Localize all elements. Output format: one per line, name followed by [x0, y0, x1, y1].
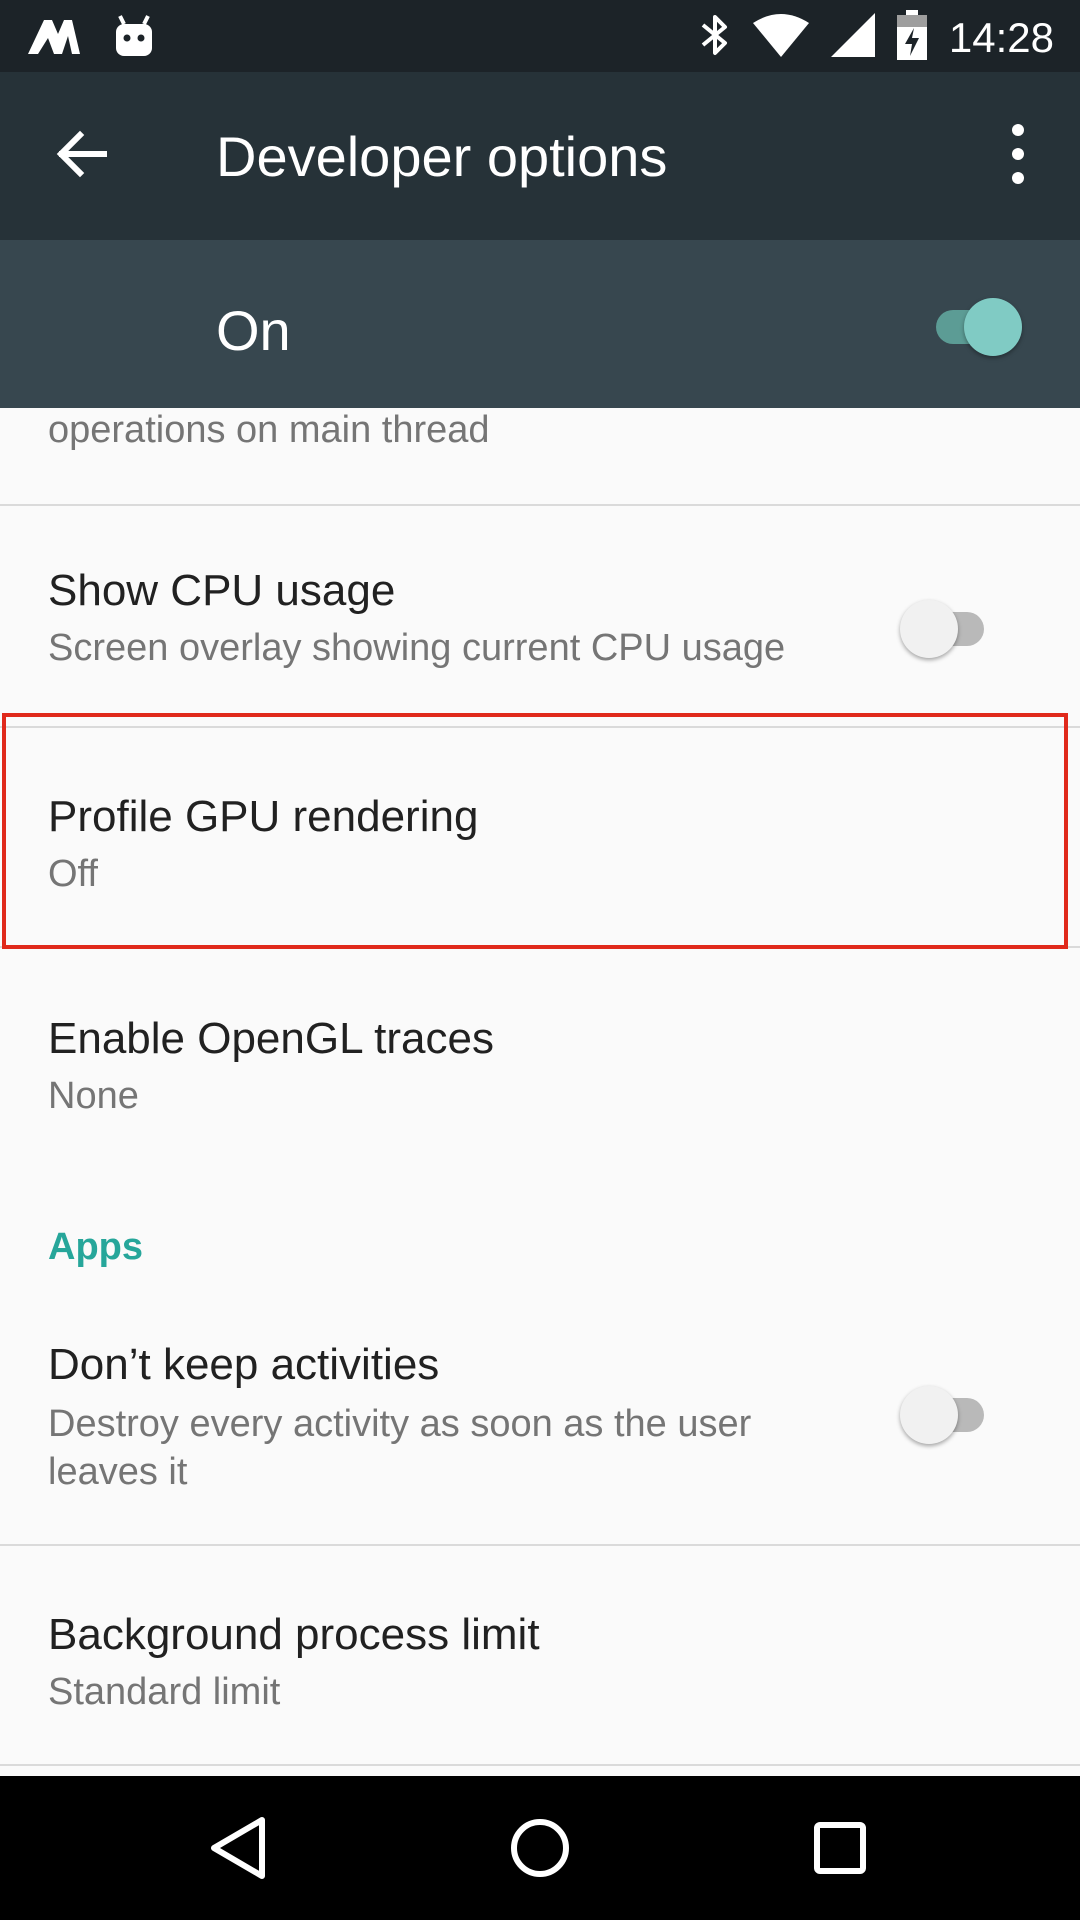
more-vert-icon[interactable]	[982, 118, 1054, 190]
dont-keep-activities-toggle[interactable]	[898, 1380, 996, 1444]
item-title: Show CPU usage	[48, 566, 396, 615]
status-bar: 14:28	[0, 0, 1080, 72]
master-switch-label: On	[216, 299, 291, 362]
toggle-thumb	[900, 1386, 958, 1444]
bluetooth-icon	[699, 11, 731, 64]
back-triangle-icon[interactable]	[200, 1808, 280, 1888]
item-summary: Screen overlay showing current CPU usage	[48, 627, 786, 669]
toggle-thumb	[964, 298, 1022, 356]
item-title: Enable OpenGL traces	[48, 1014, 494, 1063]
master-switch-bar[interactable]: On	[0, 240, 1080, 408]
page-title: Developer options	[216, 125, 668, 188]
recents-square-icon[interactable]	[800, 1808, 880, 1888]
show-cpu-usage-toggle[interactable]	[898, 594, 996, 658]
android-debug-icon	[114, 14, 154, 63]
item-summary: Destroy every activity as soon as the us…	[48, 1403, 752, 1493]
item-title: Background process limit	[48, 1610, 540, 1659]
divider	[0, 1764, 1080, 1766]
notification-app-icon	[28, 16, 80, 61]
toggle-thumb	[900, 600, 958, 658]
list-item-partial[interactable]: operations on main thread	[0, 408, 1080, 504]
master-toggle[interactable]	[924, 292, 1022, 356]
setting-background-process-limit[interactable]: Background process limit Standard limit	[0, 1546, 1080, 1766]
cell-signal-icon	[830, 13, 875, 62]
item-title: Don’t keep activities	[48, 1340, 440, 1389]
item-summary: Standard limit	[48, 1671, 281, 1713]
wifi-icon	[752, 13, 809, 62]
home-circle-icon[interactable]	[500, 1808, 580, 1888]
app-bar: Developer options	[0, 72, 1080, 240]
setting-show-cpu-usage[interactable]: Show CPU usage Screen overlay showing cu…	[0, 506, 1080, 686]
navigation-bar	[0, 1776, 1080, 1920]
settings-list[interactable]: operations on main thread Show CPU usage…	[0, 408, 1080, 1776]
battery-charging-icon	[896, 10, 927, 65]
item-summary: operations on main thread	[48, 409, 490, 451]
setting-dont-keep-activities[interactable]: Don’t keep activities Destroy every acti…	[0, 1308, 1080, 1546]
arrow-back-icon[interactable]	[52, 122, 116, 186]
setting-enable-opengl-traces[interactable]: Enable OpenGL traces None	[0, 948, 1080, 1154]
clock-time: 14:28	[948, 13, 1054, 61]
category-header-apps: Apps	[48, 1226, 143, 1268]
item-summary: None	[48, 1075, 139, 1117]
highlight-box	[2, 713, 1068, 949]
